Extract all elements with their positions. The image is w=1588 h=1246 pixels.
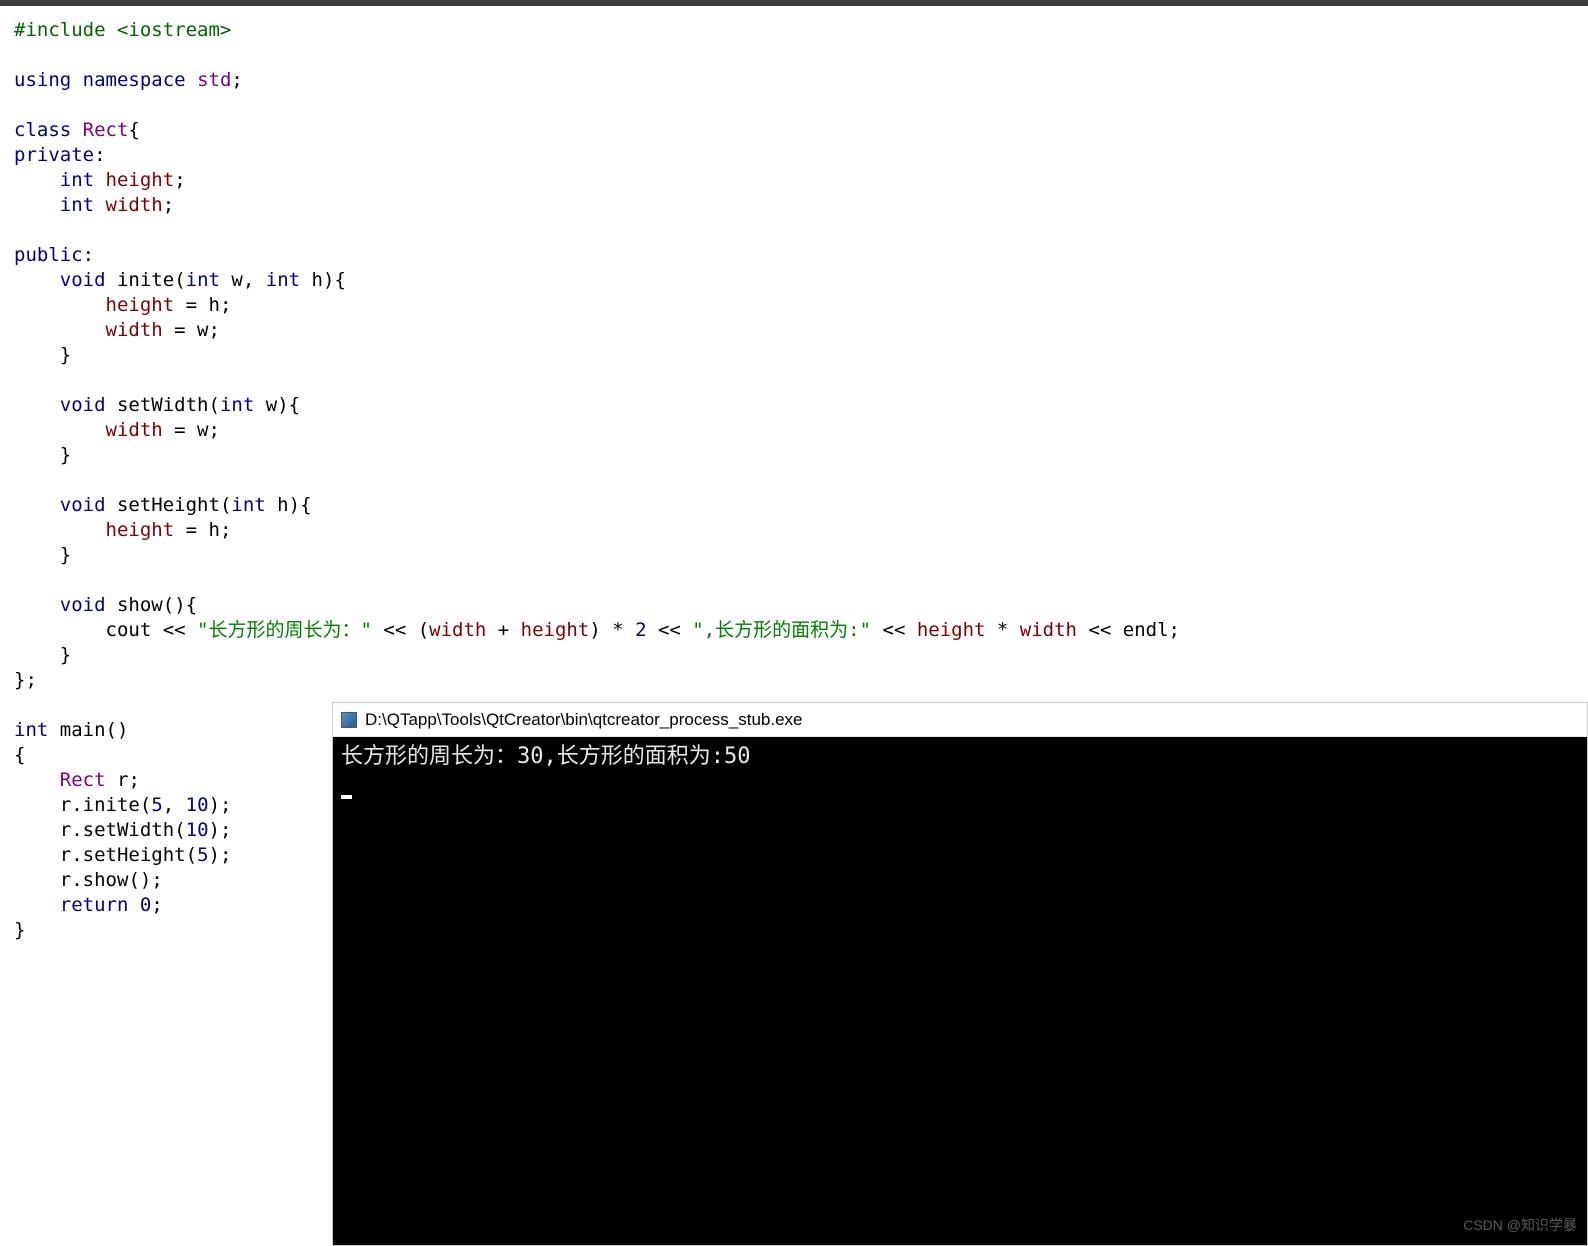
kw-class: class [14,119,71,141]
func-show: show [117,594,163,616]
kw-namespace: namespace [83,69,186,91]
func-main: main [60,719,106,741]
class-name: Rect [83,119,129,141]
console-cursor [341,795,352,799]
kw-using: using [14,69,71,91]
kw-public: public [14,244,83,266]
string-area: ",长方形的面积为:" [692,619,871,641]
kw-private: private [14,144,94,166]
member-height: height [106,169,175,191]
ident-std: std [197,69,231,91]
console-title: D:\QTapp\Tools\QtCreator\bin\qtcreator_p… [365,710,803,730]
kw-void: void [60,269,106,291]
ident-cout: cout [106,619,152,641]
kw-void: void [60,594,106,616]
console-window[interactable]: D:\QTapp\Tools\QtCreator\bin\qtcreator_p… [332,702,1588,1246]
watermark: CSDN @知识学暴 [1463,1211,1577,1239]
kw-void: void [60,394,106,416]
func-setheight: setHeight [117,494,220,516]
func-inite: inite [117,269,174,291]
member-width: width [106,194,163,216]
func-setwidth: setWidth [117,394,209,416]
console-output[interactable]: 长方形的周长为：30,长方形的面积为:50 CSDN @知识学暴 [333,737,1587,1245]
include-header: <iostream> [117,19,231,41]
kw-int: int [14,719,48,741]
preproc-include: #include [14,19,106,41]
kw-return: return [60,894,129,916]
terminal-icon [341,712,357,728]
kw-void: void [60,494,106,516]
kw-int: int [60,169,94,191]
console-line: 长方形的周长为：30,长方形的面积为:50 [341,743,1579,771]
kw-int: int [60,194,94,216]
console-titlebar[interactable]: D:\QTapp\Tools\QtCreator\bin\qtcreator_p… [333,703,1587,737]
string-perimeter: "长方形的周长为：" [197,619,372,641]
